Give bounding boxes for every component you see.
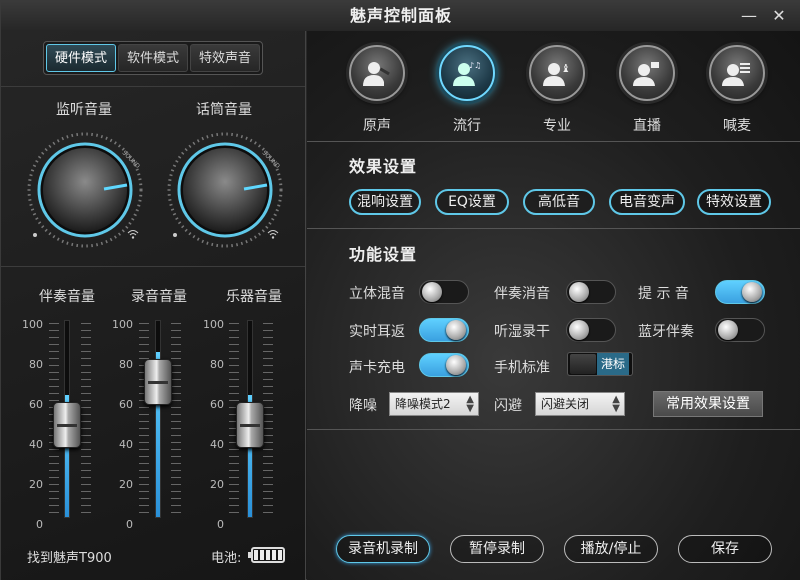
bass-treble-button[interactable]: 高低音 bbox=[523, 189, 595, 215]
monitor-volume-label: 监听音量 bbox=[56, 102, 112, 118]
tab-software-mode[interactable]: 软件模式 bbox=[118, 44, 188, 72]
tab-effect-sound[interactable]: 特效声音 bbox=[190, 44, 260, 72]
noise-reduction-label: 降噪 bbox=[349, 398, 377, 414]
common-effects-button[interactable]: 常用效果设置 bbox=[653, 391, 763, 417]
bluetooth-accompaniment-label: 蓝牙伴奏 bbox=[638, 324, 694, 340]
fader-scale: 100 80 60 40 20 0 bbox=[22, 318, 43, 531]
recorder-record-button[interactable]: 录音机录制 bbox=[336, 535, 430, 563]
volume-low-icon bbox=[173, 233, 177, 237]
fader-ticks bbox=[171, 323, 181, 519]
wet-dry-record-toggle[interactable] bbox=[566, 318, 616, 342]
divider bbox=[1, 86, 305, 87]
divider bbox=[307, 228, 800, 229]
effects-section-title: 效果设置 bbox=[349, 157, 418, 176]
svg-text:♝: ♝ bbox=[561, 62, 571, 75]
special-effects-button[interactable]: 特效设置 bbox=[697, 189, 771, 215]
wet-dry-record-label: 听湿录干 bbox=[494, 324, 550, 340]
mode-label: 流行 bbox=[453, 118, 481, 134]
mode-professional[interactable]: ♝ 专业 bbox=[527, 45, 587, 135]
realtime-monitor-label: 实时耳返 bbox=[349, 324, 405, 340]
record-volume-label: 录音音量 bbox=[131, 289, 187, 305]
bluetooth-accompaniment-toggle[interactable] bbox=[715, 318, 765, 342]
instrument-fader-thumb[interactable] bbox=[236, 402, 264, 449]
noise-reduction-value: 降噪模式2 bbox=[395, 397, 451, 411]
minimize-button[interactable]: — bbox=[739, 6, 759, 26]
title-bar[interactable]: 魅声控制面板 — ✕ bbox=[1, 1, 800, 31]
accompaniment-volume-label: 伴奏音量 bbox=[39, 289, 95, 305]
card-charge-label: 声卡充电 bbox=[349, 360, 405, 376]
mode-label: 原声 bbox=[363, 118, 391, 134]
phone-standard-label: 手机标准 bbox=[494, 360, 550, 376]
right-panel: 原声 ♪♫ 流行 ♝ 专业 直播 喊麦 效果设置 混响设置 EQ设置 高低音 电… bbox=[307, 31, 800, 580]
divider bbox=[307, 429, 800, 430]
vocal-cancel-toggle[interactable] bbox=[566, 280, 616, 304]
mode-original[interactable]: 原声 bbox=[347, 45, 407, 135]
accompaniment-fader-thumb[interactable] bbox=[53, 402, 81, 449]
chevron-down-icon: ▲ ▼ bbox=[466, 394, 474, 414]
volume-high-icon bbox=[127, 230, 139, 239]
card-charge-toggle[interactable] bbox=[419, 353, 469, 377]
window-title: 魅声控制面板 bbox=[349, 6, 452, 25]
dodge-label: 闪避 bbox=[494, 398, 522, 414]
reverb-settings-button[interactable]: 混响设置 bbox=[349, 189, 421, 215]
fader-ticks bbox=[139, 323, 149, 519]
pause-record-button[interactable]: 暂停录制 bbox=[450, 535, 544, 563]
prompt-tone-toggle[interactable] bbox=[715, 280, 765, 304]
eq-settings-button[interactable]: EQ设置 bbox=[435, 189, 509, 215]
voice-changer-button[interactable]: 电音变声 bbox=[609, 189, 685, 215]
volume-high-icon bbox=[267, 230, 279, 239]
person-music-icon[interactable]: ♪♫ bbox=[439, 45, 495, 101]
play-stop-button[interactable]: 播放/停止 bbox=[564, 535, 658, 563]
fader-scale: 100 80 60 40 20 0 bbox=[112, 318, 133, 531]
mode-label: 喊麦 bbox=[723, 118, 751, 134]
functions-section-title: 功能设置 bbox=[349, 245, 418, 264]
fader-scale: 100 80 60 40 20 0 bbox=[203, 318, 224, 531]
vocal-cancel-label: 伴奏消音 bbox=[494, 286, 550, 302]
device-status: 找到魅声T900 bbox=[27, 551, 112, 566]
record-fader-thumb[interactable] bbox=[144, 358, 172, 405]
fader-ticks bbox=[263, 323, 273, 519]
phone-standard-value: 港标 bbox=[596, 353, 629, 375]
mode-live[interactable]: 直播 bbox=[617, 45, 677, 135]
realtime-monitor-toggle[interactable] bbox=[419, 318, 469, 342]
person-mic-icon[interactable] bbox=[349, 45, 405, 101]
mode-pop[interactable]: ♪♫ 流行 bbox=[437, 45, 497, 135]
person-equalizer-icon[interactable] bbox=[709, 45, 765, 101]
fader-ticks bbox=[81, 323, 91, 519]
battery-label: 电池: bbox=[211, 551, 242, 566]
save-button[interactable]: 保存 bbox=[678, 535, 772, 563]
stereo-mix-label: 立体混音 bbox=[349, 286, 405, 302]
tab-hardware-mode[interactable]: 硬件模式 bbox=[46, 44, 116, 72]
instrument-volume-label: 乐器音量 bbox=[226, 289, 282, 305]
noise-reduction-select[interactable]: 降噪模式2 ▲ ▼ bbox=[389, 392, 479, 416]
close-button[interactable]: ✕ bbox=[769, 6, 789, 26]
prompt-tone-label: 提 示 音 bbox=[638, 286, 689, 302]
mode-shout[interactable]: 喊麦 bbox=[707, 45, 767, 135]
divider bbox=[307, 141, 800, 142]
person-broadcast-icon[interactable] bbox=[619, 45, 675, 101]
phone-standard-switch[interactable]: 港标 bbox=[567, 352, 633, 376]
chevron-down-icon: ▲ ▼ bbox=[612, 394, 620, 414]
battery-icon bbox=[248, 547, 285, 563]
dodge-select[interactable]: 闪避关闭 ▲ ▼ bbox=[535, 392, 625, 416]
stereo-mix-toggle[interactable] bbox=[419, 280, 469, 304]
control-panel-window: 魅声控制面板 — ✕ 硬件模式 软件模式 特效声音 监听音量 话筒音量 SOUN… bbox=[0, 0, 800, 580]
person-chess-icon[interactable]: ♝ bbox=[529, 45, 585, 101]
mic-volume-label: 话筒音量 bbox=[196, 102, 252, 118]
mode-label: 直播 bbox=[633, 118, 661, 134]
svg-text:♪♫: ♪♫ bbox=[469, 61, 481, 70]
volume-low-icon bbox=[33, 233, 37, 237]
record-fader-track[interactable] bbox=[155, 320, 161, 518]
divider bbox=[1, 266, 305, 267]
mode-tab-group: 硬件模式 软件模式 特效声音 bbox=[43, 41, 263, 75]
mode-label: 专业 bbox=[543, 118, 571, 134]
left-panel: 硬件模式 软件模式 特效声音 监听音量 话筒音量 SOUND SOUND 伴奏音… bbox=[1, 31, 306, 580]
dodge-value: 闪避关闭 bbox=[541, 397, 590, 411]
